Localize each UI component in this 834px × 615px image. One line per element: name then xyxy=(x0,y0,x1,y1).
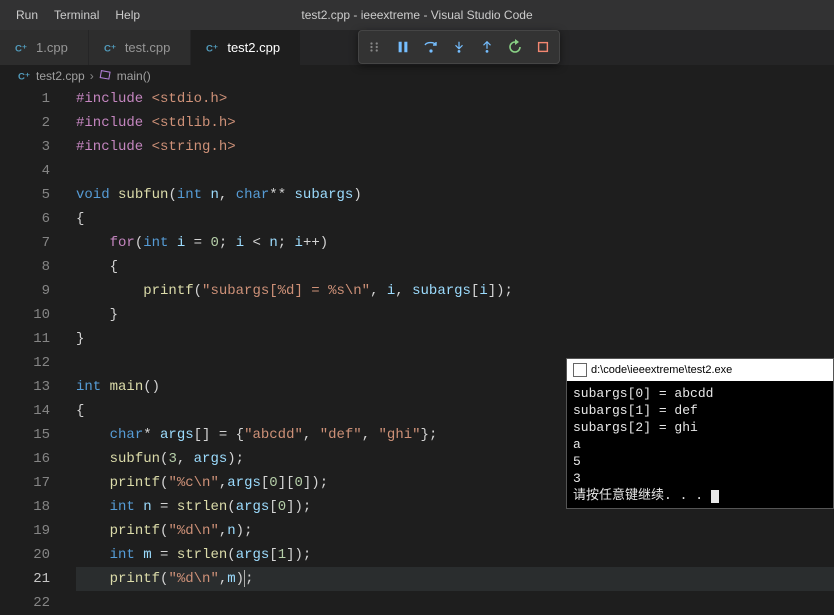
svg-text:C⁺: C⁺ xyxy=(206,43,218,54)
breadcrumb-file[interactable]: test2.cpp xyxy=(36,69,85,83)
line-number: 4 xyxy=(0,159,50,183)
code-line[interactable]: } xyxy=(76,327,834,351)
line-number: 22 xyxy=(0,591,50,615)
code-line[interactable] xyxy=(76,591,834,615)
cpp-file-icon: C⁺ xyxy=(14,40,30,56)
menubar: Run Terminal Help test2.cpp - ieeextreme… xyxy=(0,0,834,30)
svg-text:C⁺: C⁺ xyxy=(18,72,30,83)
step-into-button[interactable] xyxy=(445,33,473,61)
code-line[interactable]: { xyxy=(76,207,834,231)
svg-text:C⁺: C⁺ xyxy=(104,43,116,54)
line-number: 10 xyxy=(0,303,50,327)
line-number: 18 xyxy=(0,495,50,519)
terminal-cursor xyxy=(711,490,719,503)
debug-toolbar[interactable] xyxy=(358,30,560,64)
menu-run[interactable]: Run xyxy=(8,4,46,26)
breadcrumb-symbol[interactable]: main() xyxy=(117,69,151,83)
tab-label: test2.cpp xyxy=(227,40,280,55)
line-number: 2 xyxy=(0,111,50,135)
code-editor[interactable]: 12345678910111213141516171819202122 #inc… xyxy=(0,87,834,613)
cpp-file-icon: C⁺ xyxy=(205,40,221,56)
stop-button[interactable] xyxy=(529,33,557,61)
pause-button[interactable] xyxy=(389,33,417,61)
code-line[interactable]: int m = strlen(args[1]); xyxy=(76,543,834,567)
line-number: 12 xyxy=(0,351,50,375)
code-line[interactable]: { xyxy=(76,255,834,279)
svg-text:C⁺: C⁺ xyxy=(15,43,27,54)
line-number: 8 xyxy=(0,255,50,279)
line-number: 9 xyxy=(0,279,50,303)
line-number: 17 xyxy=(0,471,50,495)
code-line[interactable]: for(int i = 0; i < n; i++) xyxy=(76,231,834,255)
code-line[interactable]: #include <stdio.h> xyxy=(76,87,834,111)
code-area[interactable]: #include <stdio.h>#include <stdlib.h>#in… xyxy=(76,87,834,613)
menu-terminal[interactable]: Terminal xyxy=(46,4,107,26)
line-number: 21 xyxy=(0,567,50,591)
tab-label: test.cpp xyxy=(125,40,171,55)
tab-test2cpp[interactable]: C⁺ test2.cpp xyxy=(191,30,301,65)
cpp-file-icon: C⁺ xyxy=(18,69,32,83)
terminal-title: d:\code\ieeextreme\test2.exe xyxy=(591,364,732,376)
line-number: 11 xyxy=(0,327,50,351)
line-number: 16 xyxy=(0,447,50,471)
line-number: 3 xyxy=(0,135,50,159)
method-icon xyxy=(99,68,113,85)
step-over-button[interactable] xyxy=(417,33,445,61)
code-line[interactable]: printf("%d\n",m); xyxy=(76,567,834,591)
breadcrumbs[interactable]: C⁺ test2.cpp › main() xyxy=(0,65,834,87)
line-number: 14 xyxy=(0,399,50,423)
line-number: 7 xyxy=(0,231,50,255)
drag-handle-icon[interactable] xyxy=(361,33,389,61)
tab-testcpp[interactable]: C⁺ test.cpp xyxy=(89,30,192,65)
cpp-file-icon: C⁺ xyxy=(103,40,119,56)
line-number: 15 xyxy=(0,423,50,447)
external-terminal-window[interactable]: d:\code\ieeextreme\test2.exe subargs[0] … xyxy=(566,358,834,509)
code-line[interactable] xyxy=(76,159,834,183)
code-line[interactable]: } xyxy=(76,303,834,327)
line-number: 19 xyxy=(0,519,50,543)
line-number: 6 xyxy=(0,207,50,231)
terminal-titlebar[interactable]: d:\code\ieeextreme\test2.exe xyxy=(567,359,833,381)
chevron-right-icon: › xyxy=(90,69,94,83)
line-number: 1 xyxy=(0,87,50,111)
window-title: test2.cpp - ieeextreme - Visual Studio C… xyxy=(301,8,532,22)
terminal-output: subargs[0] = abcdd subargs[1] = def suba… xyxy=(567,381,833,508)
line-number: 13 xyxy=(0,375,50,399)
step-out-button[interactable] xyxy=(473,33,501,61)
code-line[interactable]: void subfun(int n, char** subargs) xyxy=(76,183,834,207)
restart-button[interactable] xyxy=(501,33,529,61)
code-line[interactable]: #include <string.h> xyxy=(76,135,834,159)
menu-help[interactable]: Help xyxy=(107,4,148,26)
tab-1cpp[interactable]: C⁺ 1.cpp xyxy=(0,30,89,65)
terminal-app-icon xyxy=(573,363,587,377)
code-line[interactable]: printf("subargs[%d] = %s\n", i, subargs[… xyxy=(76,279,834,303)
code-line[interactable]: #include <stdlib.h> xyxy=(76,111,834,135)
line-number: 5 xyxy=(0,183,50,207)
tab-label: 1.cpp xyxy=(36,40,68,55)
line-number: 20 xyxy=(0,543,50,567)
line-number-gutter: 12345678910111213141516171819202122 xyxy=(0,87,76,613)
code-line[interactable]: printf("%d\n",n); xyxy=(76,519,834,543)
